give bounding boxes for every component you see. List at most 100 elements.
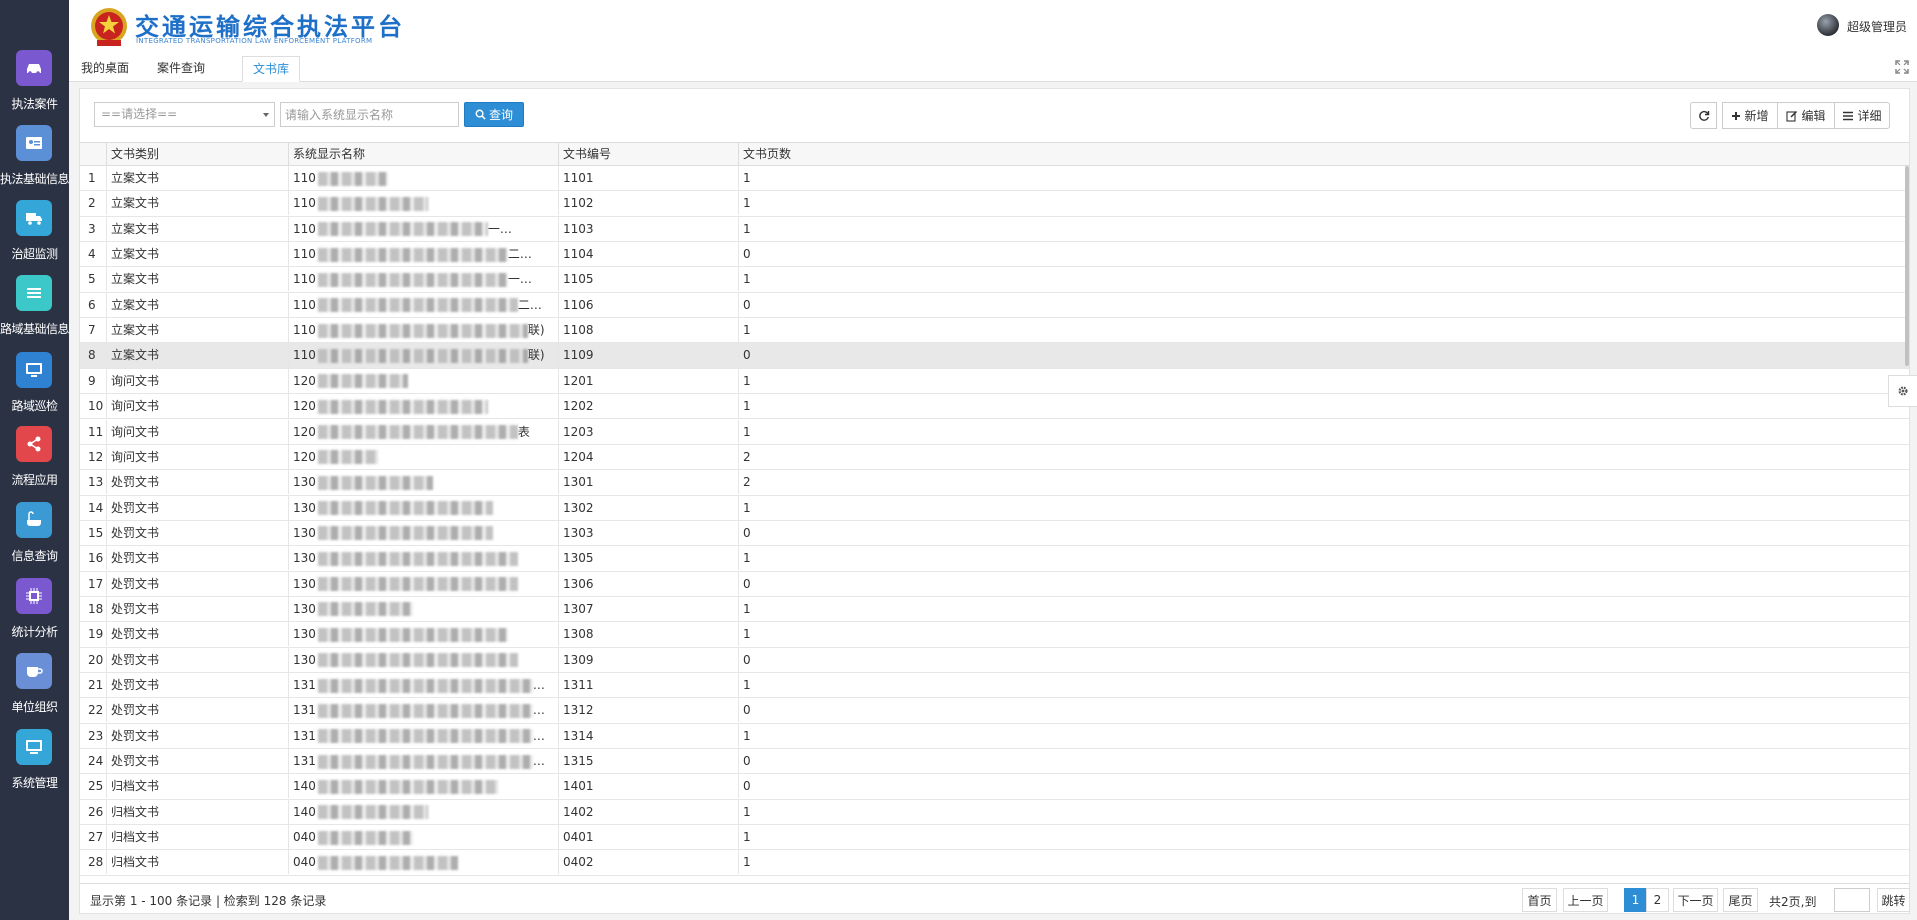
tab-case-query[interactable]: 案件查询 — [147, 56, 215, 82]
sidebar-item-chip[interactable]: 统计分析 — [0, 578, 69, 654]
page-2-button[interactable]: 2 — [1646, 888, 1669, 912]
table-row[interactable]: 22 处罚文书 131 … 1312 0 — [80, 698, 1909, 724]
search-button[interactable]: 查询 — [464, 102, 524, 127]
table-row[interactable]: 20 处罚文书 130 1309 0 — [80, 647, 1909, 673]
table-row[interactable]: 18 处罚文书 130 1307 1 — [80, 596, 1909, 623]
row-document-code: 1104 — [558, 242, 738, 267]
column-header-document-code[interactable]: 文书编号 — [558, 143, 738, 166]
table-row[interactable]: 7 立案文书 110 联) 1108 1 — [80, 318, 1909, 344]
row-display-name: 040 — [288, 850, 558, 875]
table-row[interactable]: 25 归档文书 140 1401 0 — [80, 774, 1909, 800]
page-1-button[interactable]: 1 — [1624, 888, 1647, 912]
table-row[interactable]: 14 处罚文书 130 1302 1 — [80, 495, 1909, 521]
row-category: 处罚文书 — [106, 647, 288, 672]
redacted-text — [317, 196, 428, 211]
settings-gear-button[interactable] — [1888, 375, 1917, 407]
table-row[interactable]: 23 处罚文书 131 … 1314 1 — [80, 723, 1909, 750]
sidebar-item-label: 信息查询 — [11, 549, 58, 563]
sidebar-item-label: 统计分析 — [11, 625, 58, 639]
first-page-button[interactable]: 首页 — [1522, 888, 1557, 912]
row-category: 立案文书 — [106, 318, 288, 343]
table-row[interactable]: 5 立案文书 110 一… 1105 1 — [80, 267, 1909, 293]
row-display-name: 120 — [288, 444, 558, 469]
table-row[interactable]: 16 处罚文书 130 1305 1 — [80, 546, 1909, 572]
table-scrollbar[interactable] — [1905, 166, 1909, 366]
sidebar-item-coffee[interactable]: 单位组织 — [0, 653, 69, 729]
table-row[interactable]: 15 处罚文书 130 1303 0 — [80, 520, 1909, 547]
table-row[interactable]: 2 立案文书 110 1102 1 — [80, 191, 1909, 217]
row-index: 3 — [88, 221, 96, 236]
row-index: 11 — [88, 424, 104, 439]
total-pages-label: 共2页,到 — [1769, 895, 1817, 909]
sidebar-item-monitor[interactable]: 路域巡检 — [0, 352, 69, 428]
row-display-name: 110 — [288, 191, 558, 216]
table-row[interactable]: 19 处罚文书 130 1308 1 — [80, 622, 1909, 648]
jump-button[interactable]: 跳转 — [1877, 888, 1910, 912]
table-row[interactable]: 26 归档文书 140 1402 1 — [80, 799, 1909, 826]
column-header-category[interactable]: 文书类别 — [106, 143, 288, 166]
redacted-text — [317, 779, 498, 794]
sidebar-item-car[interactable]: 执法案件 — [0, 50, 69, 126]
prev-page-button[interactable]: 上一页 — [1563, 888, 1608, 912]
row-category: 归档文书 — [106, 799, 288, 824]
table-row[interactable]: 9 询问文书 120 1201 1 — [80, 368, 1909, 395]
table-row[interactable]: 3 立案文书 110 一… 1103 1 — [80, 216, 1909, 243]
row-index: 9 — [88, 373, 96, 388]
column-header-display-name[interactable]: 系统显示名称 — [288, 143, 558, 166]
row-index: 28 — [88, 855, 104, 870]
monitor-icon — [16, 352, 52, 388]
sidebar-item-id-card[interactable]: 执法基础信息 — [0, 125, 70, 201]
search-input[interactable] — [280, 102, 459, 127]
table-row[interactable]: 17 处罚文书 130 1306 0 — [80, 571, 1909, 597]
user-avatar[interactable] — [1817, 14, 1839, 36]
tab-bar: 我的桌面 案件查询 文书库 — [69, 52, 1917, 82]
table-row[interactable]: 13 处罚文书 130 1301 2 — [80, 470, 1909, 496]
table-row[interactable]: 24 处罚文书 131 … 1315 0 — [80, 749, 1909, 775]
row-index: 6 — [88, 297, 96, 312]
table-row[interactable]: 8 立案文书 110 联) 1109 0 — [80, 343, 1909, 369]
row-display-name-prefix: 140 — [293, 804, 316, 819]
detail-button[interactable]: 详细 — [1834, 102, 1890, 129]
sidebar-item-list[interactable]: 路域基础信息 — [0, 275, 70, 351]
table-row[interactable]: 4 立案文书 110 二… 1104 0 — [80, 242, 1909, 268]
sidebar-item-share[interactable]: 流程应用 — [0, 426, 69, 502]
sidebar-item-desktop[interactable]: 系统管理 — [0, 729, 69, 805]
row-display-name-prefix: 040 — [293, 830, 316, 845]
next-page-button[interactable]: 下一页 — [1673, 888, 1718, 912]
row-category: 处罚文书 — [106, 723, 288, 748]
column-header-page-count[interactable]: 文书页数 — [738, 143, 1909, 166]
row-display-name-prefix: 110 — [293, 323, 316, 338]
add-button[interactable]: 新增 — [1722, 102, 1778, 129]
fullscreen-icon[interactable] — [1895, 60, 1909, 74]
table-row[interactable]: 28 归档文书 040 0402 1 — [80, 850, 1909, 876]
row-page-count: 1 — [738, 419, 1909, 444]
table-row[interactable]: 6 立案文书 110 二… 1106 0 — [80, 292, 1909, 319]
row-display-name: 130 — [288, 596, 558, 621]
sidebar: 执法案件 执法基础信息 治超监测 路域基础信息 路域巡检 流程应用信息查询统计分析单位组织… — [0, 0, 70, 920]
user-name[interactable]: 超级管理员 — [1847, 18, 1907, 35]
row-category: 询问文书 — [106, 419, 288, 444]
category-select[interactable]: ==请选择== — [94, 102, 275, 127]
refresh-button[interactable] — [1690, 102, 1717, 129]
tab-my-desktop[interactable]: 我的桌面 — [71, 56, 139, 82]
last-page-button[interactable]: 尾页 — [1723, 888, 1758, 912]
sidebar-item-bath[interactable]: 信息查询 — [0, 502, 69, 578]
sidebar-item-truck[interactable]: 治超监测 — [0, 200, 69, 276]
jump-page-input[interactable] — [1834, 888, 1870, 912]
row-index: 12 — [88, 449, 104, 464]
row-page-count: 1 — [738, 799, 1909, 824]
row-page-count: 1 — [738, 723, 1909, 748]
table-row[interactable]: 21 处罚文书 131 … 1311 1 — [80, 673, 1909, 699]
table-row[interactable]: 12 询问文书 120 1204 2 — [80, 444, 1909, 471]
row-document-code: 0401 — [558, 825, 738, 850]
redacted-text — [317, 323, 528, 338]
row-category: 归档文书 — [106, 825, 288, 850]
table-row[interactable]: 1 立案文书 110 1101 1 — [80, 166, 1909, 192]
edit-button[interactable]: 编辑 — [1777, 102, 1835, 129]
table-row[interactable]: 27 归档文书 040 0401 1 — [80, 825, 1909, 851]
table-row[interactable]: 11 询问文书 120 表 1203 1 — [80, 419, 1909, 445]
row-display-name: 140 — [288, 799, 558, 824]
tab-document-library[interactable]: 文书库 — [242, 56, 301, 82]
row-index: 2 — [88, 196, 96, 211]
table-row[interactable]: 10 询问文书 120 1202 1 — [80, 394, 1909, 420]
